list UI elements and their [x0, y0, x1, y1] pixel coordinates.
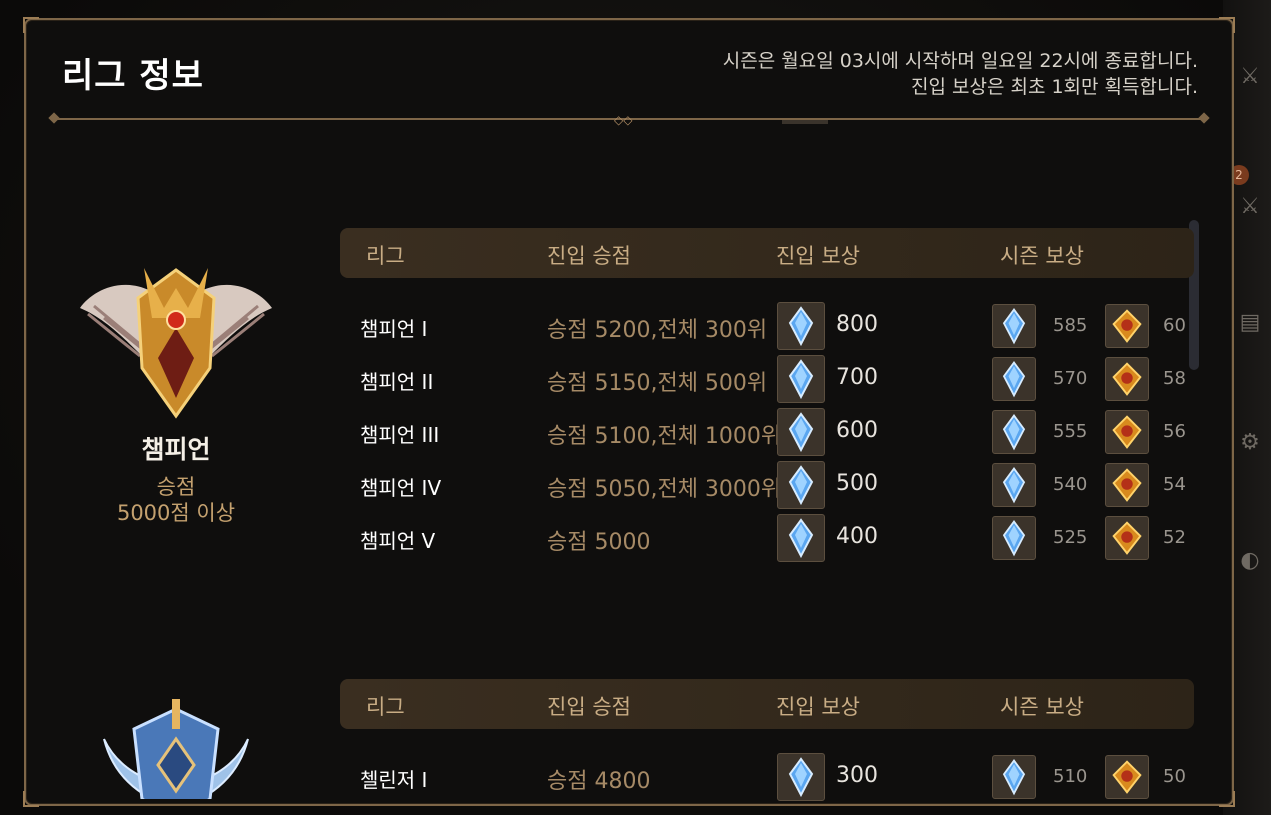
chat-icon[interactable]: ◐	[1235, 546, 1265, 576]
blue-crystal-icon	[992, 516, 1036, 560]
entry-reward-amount: 600	[836, 418, 878, 443]
entry-reward-amount: 800	[836, 312, 878, 337]
season-token-amount: 60	[1163, 315, 1186, 336]
header-season-reward: 시즌 보상	[1000, 244, 1084, 268]
frame-corner	[23, 791, 39, 807]
blue-crystal-icon	[777, 514, 825, 562]
header-league: 리그	[366, 695, 405, 719]
table-row: 챔피언 II 승점 5150,전체 500위 700 570 58	[340, 353, 1200, 405]
header-entry-reward: 진입 보상	[776, 244, 860, 268]
entry-reward-amount: 400	[836, 524, 878, 549]
tier-name: 첼린저 I	[360, 768, 428, 792]
tier-condition: 승점 5000	[547, 530, 651, 555]
entry-reward-amount: 300	[836, 763, 878, 788]
tier-name: 챔피언 IV	[360, 476, 442, 500]
frame-corner	[1219, 17, 1235, 33]
crossed-swords-icon[interactable]: ⚔	[1235, 192, 1265, 222]
divider-ornament-icon: ◇◇	[614, 113, 633, 127]
gold-emblem-token-icon	[1105, 463, 1149, 507]
entry-reward-amount: 700	[836, 365, 878, 390]
table-header: 리그 진입 승점 진입 보상 시즌 보상	[340, 679, 1194, 729]
frame-corner	[1219, 791, 1235, 807]
tier-condition: 승점 5050,전체 3000위	[547, 477, 782, 502]
tier-condition: 승점 5200,전체 300위	[547, 318, 768, 343]
table-header: 리그 진입 승점 진입 보상 시즌 보상	[340, 228, 1194, 278]
gold-emblem-token-icon	[1105, 755, 1149, 799]
blue-crystal-icon	[992, 410, 1036, 454]
season-token-amount: 52	[1163, 527, 1186, 548]
league-req-label: 승점	[156, 475, 196, 499]
header-league: 리그	[366, 244, 405, 268]
notice-line: 진입 보상은 최초 1회만 획득합니다.	[910, 76, 1198, 98]
table-row: 챔피언 I 승점 5200,전체 300위 800 585 60	[340, 300, 1200, 352]
season-gem-amount: 510	[1053, 766, 1088, 787]
tier-name: 챔피언 V	[360, 529, 436, 553]
league-summary	[74, 699, 278, 799]
blue-crystal-icon	[777, 302, 825, 350]
season-gem-amount: 570	[1053, 368, 1088, 389]
season-token-amount: 58	[1163, 368, 1186, 389]
notice-line: 시즌은 월요일 03시에 시작하며 일요일 22시에 종료합니다.	[722, 50, 1198, 72]
tier-name: 챔피언 II	[360, 370, 434, 394]
gold-emblem-token-icon	[1105, 357, 1149, 401]
blue-crystal-icon	[777, 355, 825, 403]
league-info-panel: 리그 정보 시즌은 월요일 03시에 시작하며 일요일 22시에 종료합니다. …	[23, 17, 1235, 807]
header-entry-points: 진입 승점	[547, 695, 631, 719]
frame-corner	[23, 17, 39, 33]
header-entry-points: 진입 승점	[547, 244, 631, 268]
table-row: 챔피언 V 승점 5000 400 525 52	[340, 512, 1200, 564]
gold-emblem-token-icon	[1105, 410, 1149, 454]
clipboard-icon[interactable]: ▤	[1235, 308, 1265, 338]
table-row: 첼린저 I 승점 4800 300 510 50	[340, 751, 1200, 803]
gear-icon[interactable]: ⚙	[1235, 428, 1265, 458]
season-gem-amount: 525	[1053, 527, 1088, 548]
sword-icon[interactable]: ⚔	[1235, 62, 1265, 92]
league-summary: 챔피언 승점 5000점 이상	[74, 248, 278, 526]
tier-condition: 승점 5150,전체 500위	[547, 371, 768, 396]
gold-emblem-token-icon	[1105, 516, 1149, 560]
blue-crystal-icon	[992, 463, 1036, 507]
challenger-emblem-icon	[103, 699, 249, 799]
tier-name: 챔피언 I	[360, 317, 428, 341]
season-token-amount: 50	[1163, 766, 1186, 787]
blue-crystal-icon	[992, 357, 1036, 401]
header-season-reward: 시즌 보상	[1000, 695, 1084, 719]
table-row: 챔피언 III 승점 5100,전체 1000위 600 555 56	[340, 406, 1200, 458]
scroll-indicator	[782, 120, 828, 124]
league-name: 챔피언	[141, 435, 211, 464]
league-req-value: 5000점 이상	[116, 501, 236, 525]
season-gem-amount: 585	[1053, 315, 1088, 336]
season-notice: 시즌은 월요일 03시에 시작하며 일요일 22시에 종료합니다. 진입 보상은…	[723, 48, 1198, 100]
tier-condition: 승점 5100,전체 1000위	[547, 424, 782, 449]
champion-emblem-icon	[80, 268, 272, 419]
season-gem-amount: 555	[1053, 421, 1088, 442]
blue-crystal-icon	[992, 304, 1036, 348]
header-entry-reward: 진입 보상	[776, 695, 860, 719]
tier-name: 챔피언 III	[360, 423, 440, 447]
tier-condition: 승점 4800	[547, 769, 651, 794]
page-title: 리그 정보	[62, 56, 204, 96]
entry-reward-amount: 500	[836, 471, 878, 496]
blue-crystal-icon	[777, 408, 825, 456]
blue-crystal-icon	[777, 461, 825, 509]
table-row: 챔피언 IV 승점 5050,전체 3000위 500 540 54	[340, 459, 1200, 511]
blue-crystal-icon	[777, 753, 825, 801]
blue-crystal-icon	[992, 755, 1036, 799]
gold-emblem-token-icon	[1105, 304, 1149, 348]
season-token-amount: 56	[1163, 421, 1186, 442]
season-token-amount: 54	[1163, 474, 1186, 495]
season-gem-amount: 540	[1053, 474, 1088, 495]
